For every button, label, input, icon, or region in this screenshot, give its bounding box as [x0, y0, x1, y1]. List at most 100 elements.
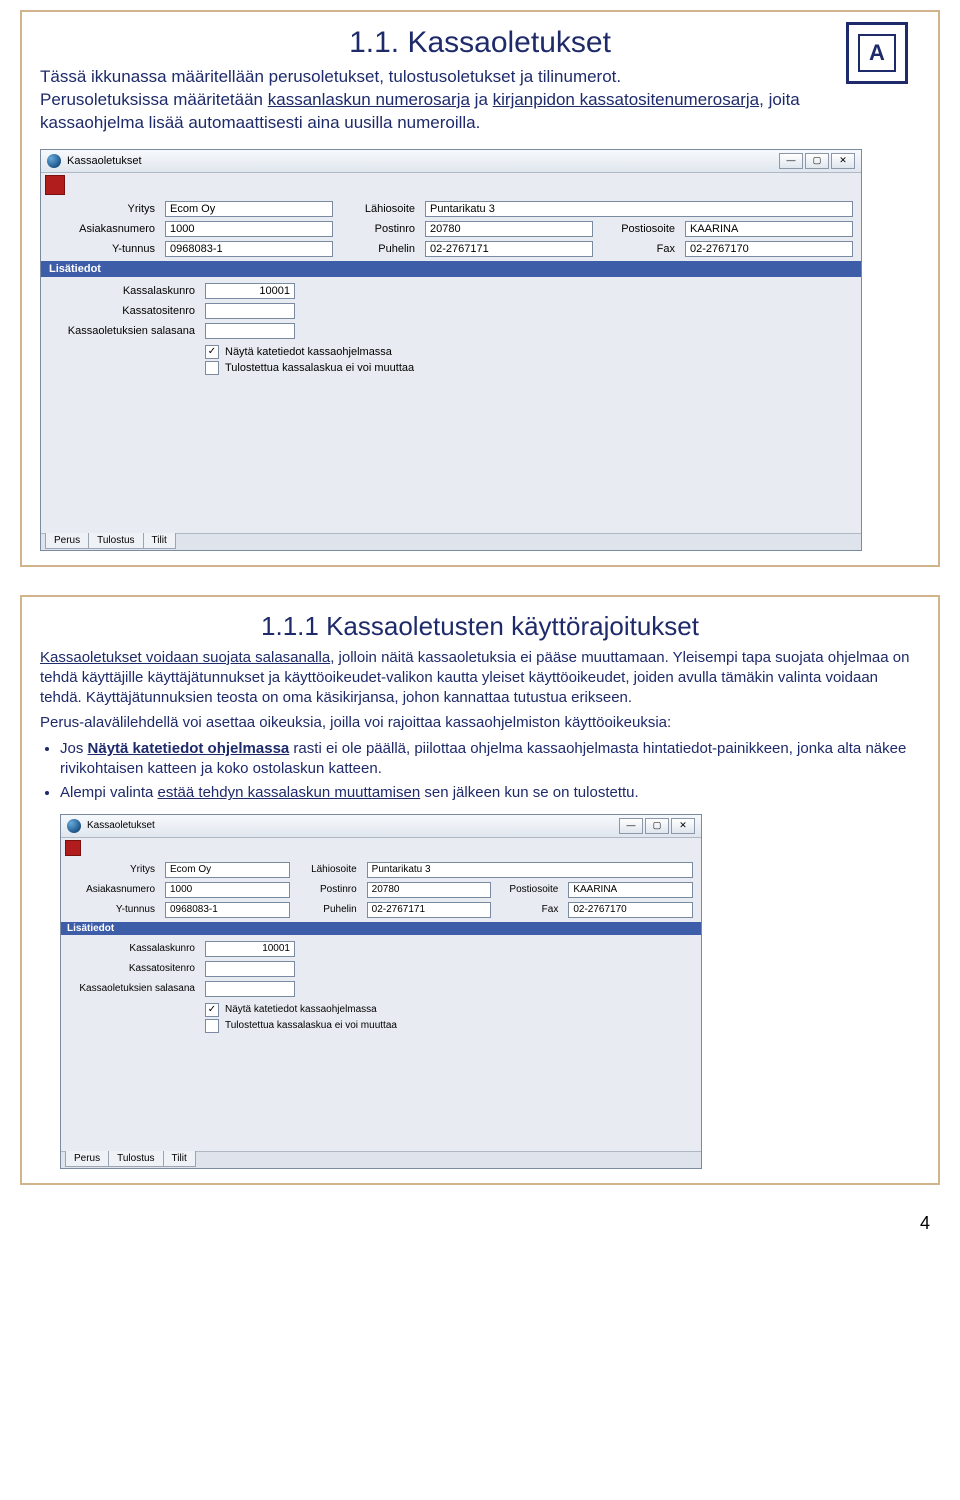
field-postinro[interactable]: 20780	[425, 221, 593, 237]
txt-bold-underline: Näytä katetiedot ohjelmassa	[88, 740, 290, 757]
tab-perus[interactable]: Perus	[65, 1151, 109, 1167]
txt: Jos	[60, 740, 88, 757]
tab-tulostus[interactable]: Tulostus	[88, 533, 143, 549]
chk-row-katetiedot[interactable]: Näytä katetiedot kassaohjelmassa	[205, 1003, 693, 1017]
window-close-button[interactable]: ✕	[671, 818, 695, 834]
field-asiakasnumero[interactable]: 1000	[165, 882, 290, 898]
label-postinro: Postinro	[296, 884, 361, 895]
label-yritys: Yritys	[49, 203, 159, 215]
field-fax[interactable]: 02-2767170	[685, 241, 853, 257]
app-window-large: Kassaoletukset — ▢ ✕ Yritys Ecom Oy Lähi…	[40, 149, 862, 551]
window-minimize-button[interactable]: —	[779, 153, 803, 169]
slide1-intro-line2: Perusoletuksissa määritetään kassanlasku…	[40, 89, 800, 135]
field-postinro[interactable]: 20780	[367, 882, 492, 898]
tab-tilit[interactable]: Tilit	[143, 533, 176, 549]
field-ytunnus[interactable]: 0968083-1	[165, 902, 290, 918]
slide1-intro: Tässä ikkunassa määritellään perusoletuk…	[40, 66, 800, 135]
checkbox-katetiedot[interactable]	[205, 345, 219, 359]
field-postiosoite[interactable]: KAARINA	[685, 221, 853, 237]
txt: Alempi valinta	[60, 784, 158, 801]
label-kassatositenro: Kassatositenro	[69, 963, 199, 974]
tab-perus[interactable]: Perus	[45, 533, 89, 549]
page-number: 4	[0, 1213, 930, 1234]
bullet-2: Alempi valinta estää tehdyn kassalaskun …	[60, 783, 920, 803]
field-yritys[interactable]: Ecom Oy	[165, 862, 290, 878]
window-minimize-button[interactable]: —	[619, 818, 643, 834]
label-lahiosoite: Lähiosoite	[339, 203, 419, 215]
field-kassalaskunro[interactable]: 10001	[205, 941, 295, 957]
checkbox-katetiedot[interactable]	[205, 1003, 219, 1017]
label-kassatositenro: Kassatositenro	[49, 305, 199, 317]
chk-row-tulostettua[interactable]: Tulostettua kassalaskua ei voi muuttaa	[205, 1019, 693, 1033]
field-salasana[interactable]	[205, 323, 295, 339]
field-kassatositenro[interactable]	[205, 303, 295, 319]
red-square-icon[interactable]	[45, 175, 65, 195]
checkbox-tulostettua-label: Tulostettua kassalaskua ei voi muuttaa	[225, 1020, 397, 1031]
label-lahiosoite: Lähiosoite	[296, 864, 361, 875]
red-square-icon[interactable]	[65, 840, 81, 856]
checkbox-katetiedot-label: Näytä katetiedot kassaohjelmassa	[225, 346, 392, 358]
label-kassalaskunro: Kassalaskunro	[69, 943, 199, 954]
tab-tilit[interactable]: Tilit	[163, 1151, 196, 1167]
slide1-intro-line1: Tässä ikkunassa määritellään perusoletuk…	[40, 66, 800, 89]
field-lahiosoite[interactable]: Puntarikatu 3	[425, 201, 853, 217]
field-kassalaskunro[interactable]: 10001	[205, 283, 295, 299]
field-ytunnus[interactable]: 0968083-1	[165, 241, 333, 257]
chk-row-tulostettua[interactable]: Tulostettua kassalaskua ei voi muuttaa	[205, 361, 853, 375]
tabs-bottom: Perus Tulostus Tilit	[41, 533, 861, 550]
label-asiakasnumero: Asiakasnumero	[49, 223, 159, 235]
field-kassatositenro[interactable]	[205, 961, 295, 977]
section-lisatiedot: Lisätiedot	[61, 922, 701, 935]
txt-underline: kirjanpidon kassatositenumerosarja	[493, 90, 759, 109]
checkbox-katetiedot-label: Näytä katetiedot kassaohjelmassa	[225, 1004, 377, 1015]
label-postinro: Postinro	[339, 223, 419, 235]
label-asiakasnumero: Asiakasnumero	[69, 884, 159, 895]
field-postiosoite[interactable]: KAARINA	[568, 882, 693, 898]
window-close-button[interactable]: ✕	[831, 153, 855, 169]
slide-1: A 1.1. Kassaoletukset Tässä ikkunassa mä…	[20, 10, 940, 567]
field-puhelin[interactable]: 02-2767171	[367, 902, 492, 918]
tabs-bottom: Perus Tulostus Tilit	[61, 1151, 701, 1168]
chk-row-katetiedot[interactable]: Näytä katetiedot kassaohjelmassa	[205, 345, 853, 359]
field-salasana[interactable]	[205, 981, 295, 997]
logo-letter: A	[858, 34, 896, 72]
section-lisatiedot: Lisätiedot	[41, 261, 861, 277]
label-fax: Fax	[599, 243, 679, 255]
empty-area	[61, 1041, 701, 1151]
label-puhelin: Puhelin	[296, 904, 361, 915]
logo-box: A	[846, 22, 908, 84]
label-salasana: Kassaoletuksien salasana	[49, 325, 199, 337]
label-postiosoite: Postiosoite	[497, 884, 562, 895]
field-puhelin[interactable]: 02-2767171	[425, 241, 593, 257]
checkbox-tulostettua[interactable]	[205, 1019, 219, 1033]
label-ytunnus: Y-tunnus	[69, 904, 159, 915]
label-salasana: Kassaoletuksien salasana	[69, 983, 199, 994]
txt: sen jälkeen kun se on tulostettu.	[420, 784, 638, 801]
field-lahiosoite[interactable]: Puntarikatu 3	[367, 862, 693, 878]
field-yritys[interactable]: Ecom Oy	[165, 201, 333, 217]
titlebar: Kassaoletukset — ▢ ✕	[41, 150, 861, 173]
field-fax[interactable]: 02-2767170	[568, 902, 693, 918]
form-upper: Yritys Ecom Oy Lähiosoite Puntarikatu 3 …	[61, 856, 701, 922]
label-postiosoite: Postiosoite	[599, 223, 679, 235]
window-title: Kassaoletukset	[87, 820, 155, 831]
form-lower: Kassalaskunro 10001 Kassatositenro Kassa…	[41, 277, 861, 383]
window-maximize-button[interactable]: ▢	[805, 153, 829, 169]
window-buttons: — ▢ ✕	[779, 153, 855, 169]
app-icon	[67, 819, 81, 833]
field-asiakasnumero[interactable]: 1000	[165, 221, 333, 237]
label-yritys: Yritys	[69, 864, 159, 875]
tab-tulostus[interactable]: Tulostus	[108, 1151, 163, 1167]
app-window-small: Kassaoletukset — ▢ ✕ Yritys Ecom Oy Lähi…	[60, 814, 702, 1169]
titlebar: Kassaoletukset — ▢ ✕	[61, 815, 701, 838]
slide1-title: 1.1. Kassaoletukset	[40, 26, 920, 60]
empty-area	[41, 383, 861, 533]
slide2-p1: Kassaoletukset voidaan suojata salasanal…	[40, 648, 920, 709]
label-ytunnus: Y-tunnus	[49, 243, 159, 255]
window-maximize-button[interactable]: ▢	[645, 818, 669, 834]
checkbox-tulostettua[interactable]	[205, 361, 219, 375]
txt-underline: Kassaoletukset voidaan suojata salasanal…	[40, 649, 330, 666]
txt: ja	[470, 90, 493, 109]
checkbox-tulostettua-label: Tulostettua kassalaskua ei voi muuttaa	[225, 362, 414, 374]
label-kassalaskunro: Kassalaskunro	[49, 285, 199, 297]
